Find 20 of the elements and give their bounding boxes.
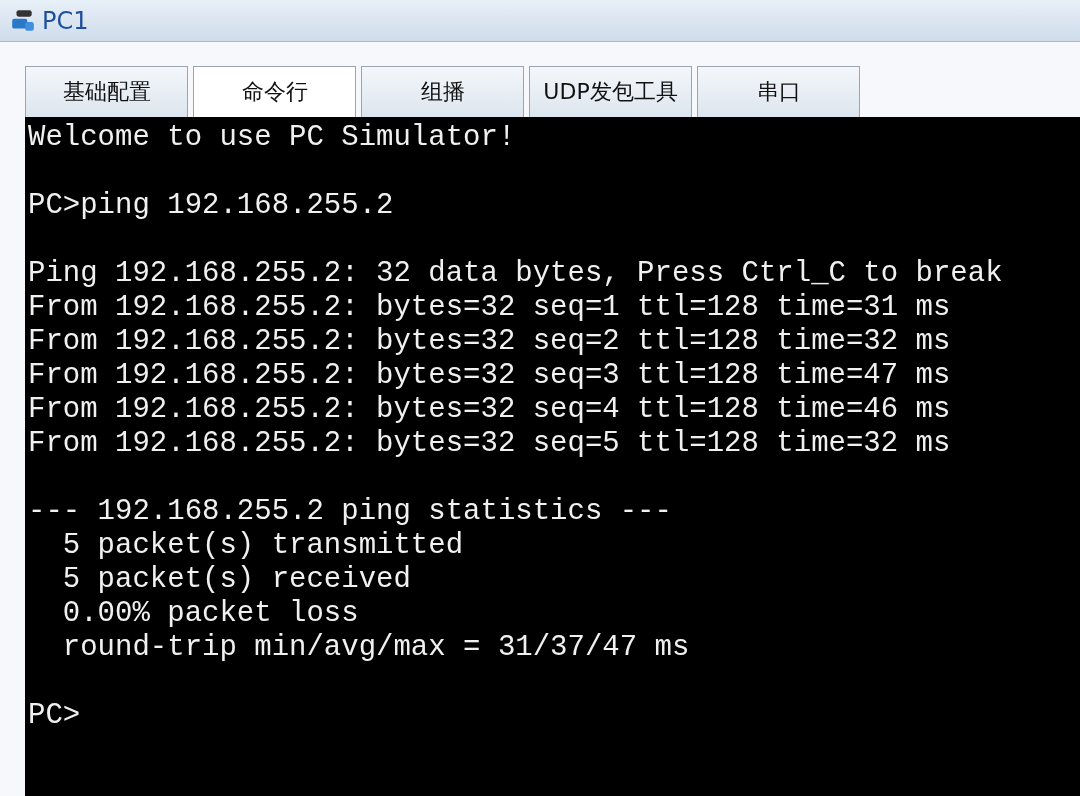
console-line: Ping 192.168.255.2: 32 data bytes, Press Ctrl_C to break [28, 257, 1003, 291]
console-line: 5 packet(s) transmitted [61, 529, 464, 563]
tab[interactable]: 命令行 [193, 66, 356, 117]
tab[interactable]: 基础配置 [25, 66, 188, 117]
tab[interactable]: UDP发包工具 [529, 66, 692, 117]
console-line: From 192.168.255.2: bytes=32 seq=1 ttl=128 time=31 ms [28, 291, 951, 325]
console-line: From 192.168.255.2: bytes=32 seq=4 ttl=128 time=46 ms [28, 393, 951, 427]
tab[interactable]: 串口 [697, 66, 860, 117]
console-line: round-trip min/avg/max = 31/37/47 ms [61, 631, 690, 665]
window-title: PC1 [42, 6, 89, 35]
tab[interactable]: 组播 [361, 66, 524, 117]
console-line: --- 192.168.255.2 ping statistics --- [28, 495, 672, 529]
console-line: 5 packet(s) received [61, 563, 411, 597]
console-line: 0.00% packet loss [61, 597, 359, 631]
console-line: Welcome to use PC Simulator! [28, 121, 516, 155]
console-line: From 192.168.255.2: bytes=32 seq=5 ttl=128 time=32 ms [28, 427, 951, 461]
console-line: From 192.168.255.2: bytes=32 seq=2 ttl=128 time=32 ms [28, 325, 951, 359]
console-line: PC> [28, 699, 81, 733]
console-line: From 192.168.255.2: bytes=32 seq=3 ttl=128 time=47 ms [28, 359, 951, 393]
console-line: PC>ping 192.168.255.2 [28, 189, 394, 223]
